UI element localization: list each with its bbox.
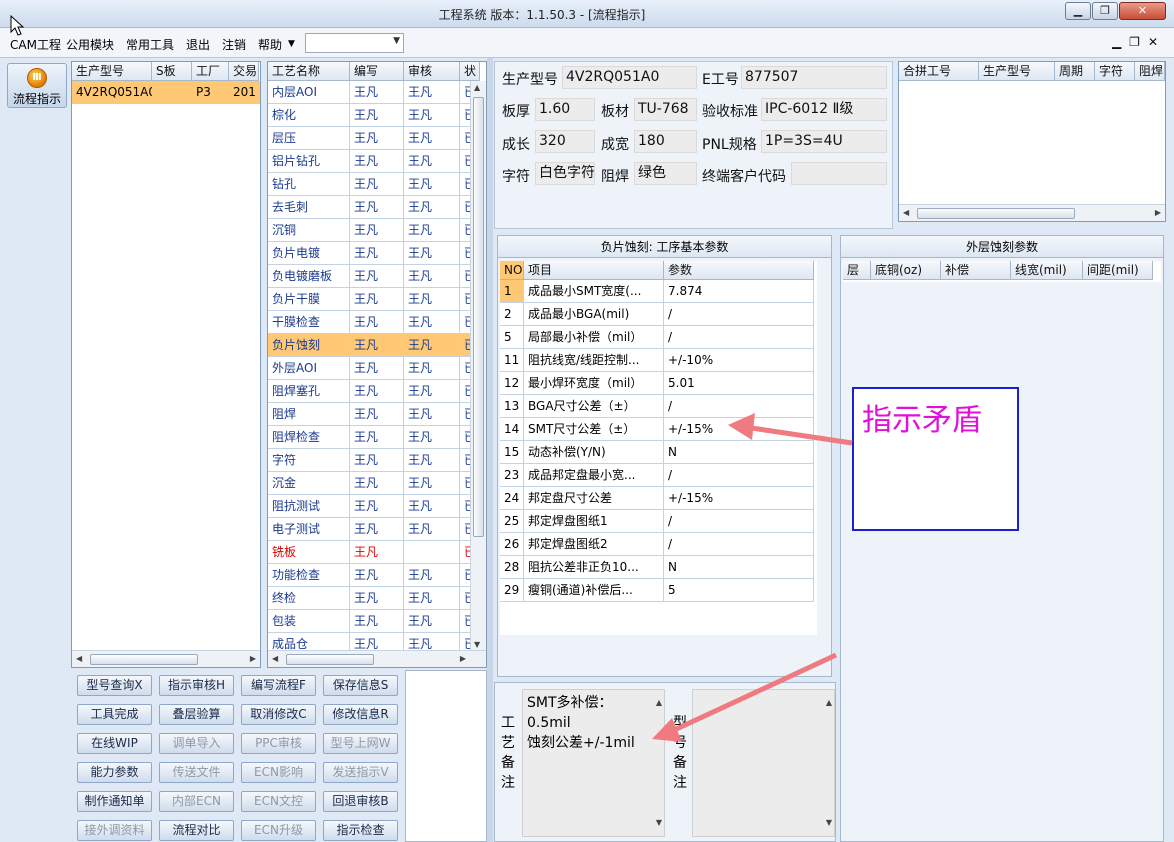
annotation-arrow-2 — [652, 652, 838, 742]
annotation-arrows — [652, 413, 853, 742]
mouse-cursor-icon — [10, 15, 24, 36]
annotation-arrow-1 — [728, 413, 853, 446]
